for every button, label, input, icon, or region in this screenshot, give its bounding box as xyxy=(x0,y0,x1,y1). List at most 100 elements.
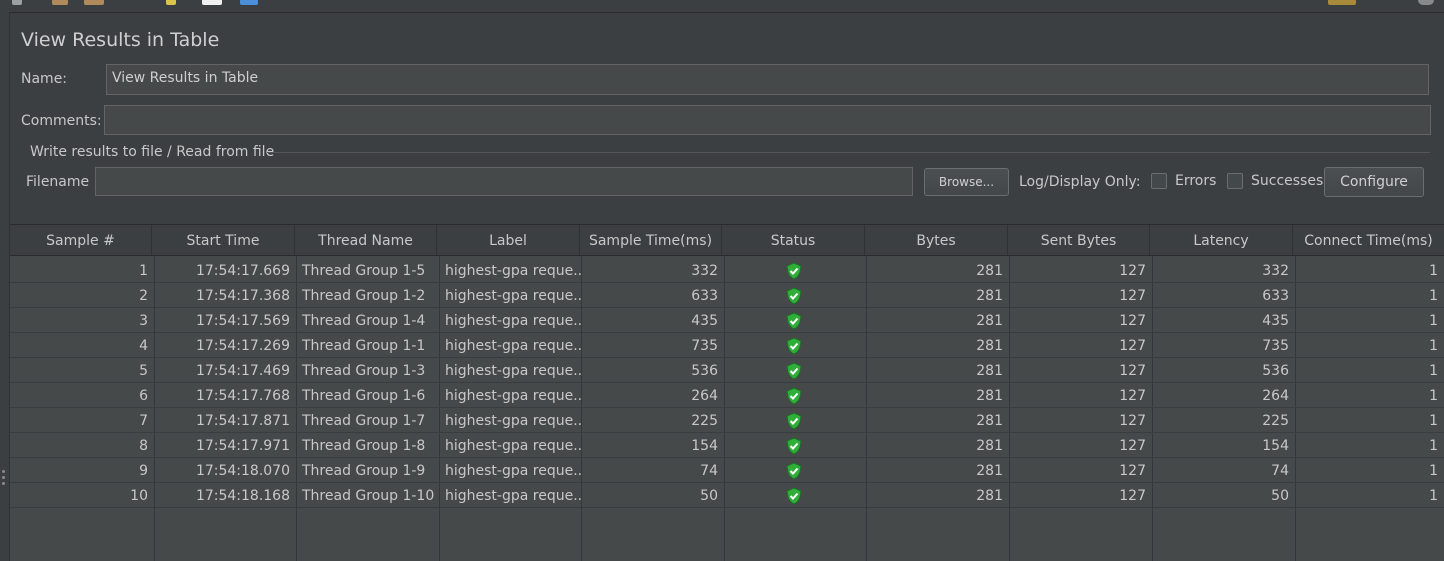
cell-label: highest-gpa reque... xyxy=(445,438,581,454)
cell-start-time: 17:54:17.368 xyxy=(195,288,290,304)
cell-status xyxy=(724,433,866,457)
table-row[interactable]: 9 17:54:18.070 Thread Group 1-9 highest-gpa… xyxy=(10,458,1444,483)
cell-sent-bytes: 127 xyxy=(1119,438,1146,454)
cell-sample-time: 435 xyxy=(691,313,718,329)
table-row[interactable]: 7 17:54:17.871 Thread Group 1-7 highest-gpa… xyxy=(10,408,1444,433)
table-row[interactable]: 4 17:54:17.269 Thread Group 1-1 highest-gpa… xyxy=(10,333,1444,358)
cell-thread-name: Thread Group 1-5 xyxy=(302,263,426,279)
cell-sample-time: 332 xyxy=(691,263,718,279)
cell-start-time: 17:54:17.469 xyxy=(195,363,290,379)
splitter[interactable] xyxy=(0,12,10,561)
table-row[interactable]: 8 17:54:17.971 Thread Group 1-8 highest-gpa… xyxy=(10,433,1444,458)
column-header-sample-time[interactable]: Sample Time(ms) xyxy=(580,225,722,255)
cell-sample: 7 xyxy=(139,413,148,429)
splitter-grip xyxy=(2,476,5,479)
success-shield-icon xyxy=(786,412,802,430)
column-header-label[interactable]: Label xyxy=(437,225,580,255)
column-header-thread-name[interactable]: Thread Name xyxy=(295,225,437,255)
browse-button[interactable]: Browse... xyxy=(924,168,1009,196)
table-row[interactable]: 10 17:54:18.168 Thread Group 1-10 highest-g… xyxy=(10,483,1444,508)
cell-sample-time: 264 xyxy=(691,388,718,404)
cell-thread-name: Thread Group 1-10 xyxy=(302,488,435,504)
cell-sample-time: 50 xyxy=(700,488,718,504)
table-row[interactable]: 2 17:54:17.368 Thread Group 1-2 highest-gpa… xyxy=(10,283,1444,308)
cell-thread-name: Thread Group 1-9 xyxy=(302,463,426,479)
results-table[interactable]: Sample # Start Time Thread Name Label Sa… xyxy=(10,224,1444,561)
toolbar xyxy=(0,0,1444,13)
cell-bytes: 281 xyxy=(976,313,1003,329)
toolbar-icon[interactable] xyxy=(84,0,104,5)
comments-field[interactable] xyxy=(104,105,1431,135)
cell-sample: 1 xyxy=(139,263,148,279)
cell-sent-bytes: 127 xyxy=(1119,313,1146,329)
comments-label: Comments: xyxy=(21,113,102,129)
name-field[interactable]: View Results in Table xyxy=(106,64,1429,95)
table-row[interactable]: 1 17:54:17.669 Thread Group 1-5 highest-gpa… xyxy=(10,258,1444,283)
column-header-start-time[interactable]: Start Time xyxy=(152,225,295,255)
cell-sample: 8 xyxy=(139,438,148,454)
cell-latency: 225 xyxy=(1262,413,1289,429)
cell-connect-time: 1 xyxy=(1429,313,1438,329)
toolbar-icon[interactable] xyxy=(202,0,222,5)
cell-start-time: 17:54:17.971 xyxy=(195,438,290,454)
cell-status xyxy=(724,308,866,332)
cell-label: highest-gpa reque... xyxy=(445,313,581,329)
cell-sample: 9 xyxy=(139,463,148,479)
cell-status xyxy=(724,458,866,482)
cell-sample: 2 xyxy=(139,288,148,304)
file-group-title: Write results to file / Read from file xyxy=(30,144,275,160)
cell-latency: 633 xyxy=(1262,288,1289,304)
column-header-bytes[interactable]: Bytes xyxy=(865,225,1008,255)
column-header-connect-time[interactable]: Connect Time(ms) xyxy=(1293,225,1444,255)
column-header-latency[interactable]: Latency xyxy=(1150,225,1293,255)
cell-bytes: 281 xyxy=(976,388,1003,404)
cell-connect-time: 1 xyxy=(1429,288,1438,304)
table-row[interactable]: 5 17:54:17.469 Thread Group 1-3 highest-gpa… xyxy=(10,358,1444,383)
toolbar-icon[interactable] xyxy=(166,0,176,5)
cell-status xyxy=(724,383,866,407)
filename-label: Filename xyxy=(26,174,90,190)
cell-latency: 154 xyxy=(1262,438,1289,454)
cell-latency: 536 xyxy=(1262,363,1289,379)
cell-connect-time: 1 xyxy=(1429,488,1438,504)
cell-start-time: 17:54:18.168 xyxy=(195,488,290,504)
column-header-sample[interactable]: Sample # xyxy=(10,225,152,255)
cell-label: highest-gpa reque... xyxy=(445,288,581,304)
cell-sample-time: 735 xyxy=(691,338,718,354)
cell-latency: 50 xyxy=(1271,488,1289,504)
cell-thread-name: Thread Group 1-2 xyxy=(302,288,426,304)
cell-connect-time: 1 xyxy=(1429,363,1438,379)
configure-button[interactable]: Configure xyxy=(1324,167,1424,197)
column-header-sent-bytes[interactable]: Sent Bytes xyxy=(1008,225,1150,255)
toolbar-icon[interactable] xyxy=(52,0,68,5)
cell-sent-bytes: 127 xyxy=(1119,388,1146,404)
column-header-status[interactable]: Status xyxy=(722,225,865,255)
success-shield-icon xyxy=(786,262,802,280)
cell-start-time: 17:54:17.569 xyxy=(195,313,290,329)
errors-checkbox[interactable] xyxy=(1151,173,1167,189)
table-row[interactable]: 6 17:54:17.768 Thread Group 1-6 highest-gpa… xyxy=(10,383,1444,408)
group-divider xyxy=(267,152,1430,153)
cell-thread-name: Thread Group 1-3 xyxy=(302,363,426,379)
cell-connect-time: 1 xyxy=(1429,388,1438,404)
filename-field[interactable] xyxy=(95,167,913,196)
cell-sent-bytes: 127 xyxy=(1119,263,1146,279)
cell-connect-time: 1 xyxy=(1429,263,1438,279)
cell-sample: 4 xyxy=(139,338,148,354)
cell-connect-time: 1 xyxy=(1429,463,1438,479)
cell-label: highest-gpa reque... xyxy=(445,338,581,354)
cell-latency: 735 xyxy=(1262,338,1289,354)
cell-sample-time: 74 xyxy=(700,463,718,479)
toolbar-icon[interactable] xyxy=(1418,0,1434,5)
cell-label: highest-gpa reque... xyxy=(445,263,581,279)
cell-bytes: 281 xyxy=(976,288,1003,304)
toolbar-icon[interactable] xyxy=(240,0,258,5)
cell-start-time: 17:54:17.669 xyxy=(195,263,290,279)
cell-label: highest-gpa reque... xyxy=(445,488,581,504)
table-header: Sample # Start Time Thread Name Label Sa… xyxy=(10,224,1444,256)
successes-checkbox[interactable] xyxy=(1227,173,1243,189)
cell-connect-time: 1 xyxy=(1429,438,1438,454)
table-row[interactable]: 3 17:54:17.569 Thread Group 1-4 highest-gpa… xyxy=(10,308,1444,333)
toolbar-icon[interactable] xyxy=(12,0,22,5)
toolbar-icon[interactable] xyxy=(1328,0,1356,5)
